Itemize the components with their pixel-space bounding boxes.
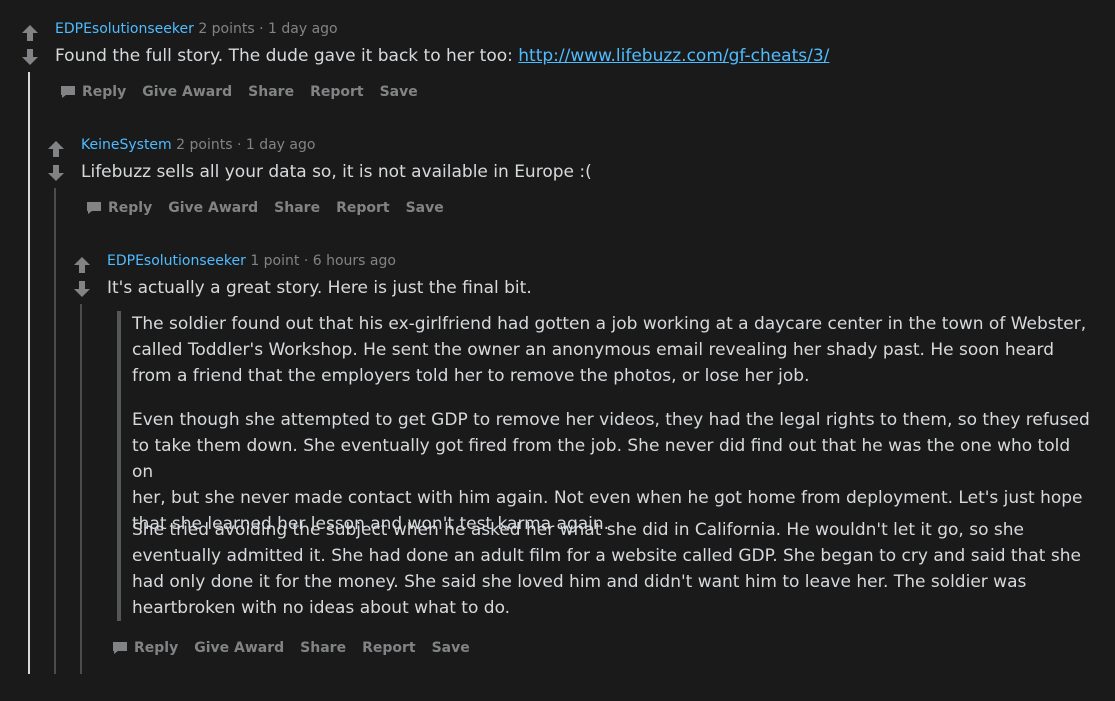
reply-label: Reply <box>134 640 179 656</box>
up-arrow-icon <box>48 141 64 157</box>
report-button[interactable]: Report <box>362 640 416 656</box>
separator: · <box>236 137 242 153</box>
points: 2 points <box>176 137 233 153</box>
down-arrow-icon <box>22 49 38 65</box>
share-button[interactable]: Share <box>300 640 346 656</box>
reply-label: Reply <box>108 200 153 216</box>
downvote-button[interactable] <box>21 48 39 66</box>
comment-actions: Reply Give Award Share Report Save <box>112 640 486 656</box>
points: 1 point <box>250 253 300 269</box>
quote-line: eventually admitted it. She had done an … <box>132 546 1081 566</box>
comment-meta: EDPEsolutionseeker 1 point · 6 hours ago <box>107 253 396 269</box>
quote-line: had only done it for the money. She said… <box>132 572 1027 592</box>
reply-button[interactable]: Reply <box>112 640 178 656</box>
comment-body: Found the full story. The dude gave it b… <box>55 46 829 66</box>
quote-line: from a friend that the employers told he… <box>132 366 810 386</box>
share-button[interactable]: Share <box>248 84 294 100</box>
username-link[interactable]: EDPEsolutionseeker <box>55 21 194 37</box>
upvote-button[interactable] <box>21 24 39 42</box>
downvote-button[interactable] <box>73 280 91 298</box>
quote-line: her, but she never made contact with him… <box>132 488 1083 508</box>
give-award-button[interactable]: Give Award <box>194 640 284 656</box>
speech-bubble-icon <box>87 202 101 214</box>
external-link[interactable]: http://www.lifebuzz.com/gf-cheats/3/ <box>518 46 829 66</box>
reply-button[interactable]: Reply <box>86 200 152 216</box>
quote-line: to take them down. She eventually got fi… <box>132 436 1071 482</box>
comment-actions: Reply Give Award Share Report Save <box>60 84 434 100</box>
save-button[interactable]: Save <box>406 200 444 216</box>
thread-line-level-3[interactable] <box>80 304 82 674</box>
report-button[interactable]: Report <box>336 200 390 216</box>
comment-meta: EDPEsolutionseeker 2 points · 1 day ago <box>55 21 338 37</box>
quote-line: called Toddler's Workshop. He sent the o… <box>132 340 1054 360</box>
comment-meta: KeineSystem 2 points · 1 day ago <box>81 137 315 153</box>
give-award-button[interactable]: Give Award <box>168 200 258 216</box>
quote-line: Even though she attempted to get GDP to … <box>132 410 1090 430</box>
save-button[interactable]: Save <box>432 640 470 656</box>
separator: · <box>303 253 309 269</box>
reply-button[interactable]: Reply <box>60 84 126 100</box>
quote-line: heartbroken with no ideas about what to … <box>132 598 511 618</box>
speech-bubble-icon <box>113 642 127 654</box>
down-arrow-icon <box>74 281 90 297</box>
upvote-button[interactable] <box>47 140 65 158</box>
timestamp[interactable]: 6 hours ago <box>313 253 396 269</box>
comment-text: Found the full story. The dude gave it b… <box>55 46 519 66</box>
comment-actions: Reply Give Award Share Report Save <box>86 200 460 216</box>
quote-line: The soldier found out that his ex-girlfr… <box>132 314 1087 334</box>
blockquote: She tried avoiding the subject when he a… <box>117 517 1092 621</box>
separator: · <box>259 21 264 37</box>
points: 2 points <box>198 21 255 37</box>
username-link[interactable]: KeineSystem <box>81 137 172 153</box>
up-arrow-icon <box>22 25 38 41</box>
upvote-button[interactable] <box>73 256 91 274</box>
timestamp[interactable]: 1 day ago <box>246 137 316 153</box>
blockquote: The soldier found out that his ex-girlfr… <box>117 311 1092 537</box>
downvote-button[interactable] <box>47 164 65 182</box>
quote-line: She tried avoiding the subject when he a… <box>132 520 1024 540</box>
report-button[interactable]: Report <box>310 84 364 100</box>
comment-body: It's actually a great story. Here is jus… <box>107 278 532 298</box>
give-award-button[interactable]: Give Award <box>142 84 232 100</box>
save-button[interactable]: Save <box>380 84 418 100</box>
speech-bubble-icon <box>61 86 75 98</box>
thread-line-level-1[interactable] <box>28 72 30 674</box>
timestamp[interactable]: 1 day ago <box>268 21 338 37</box>
username-link[interactable]: EDPEsolutionseeker <box>107 253 246 269</box>
share-button[interactable]: Share <box>274 200 320 216</box>
thread-line-level-2[interactable] <box>54 188 56 674</box>
reply-label: Reply <box>82 84 127 100</box>
down-arrow-icon <box>48 165 64 181</box>
up-arrow-icon <box>74 257 90 273</box>
comment-body: Lifebuzz sells all your data so, it is n… <box>81 162 592 182</box>
